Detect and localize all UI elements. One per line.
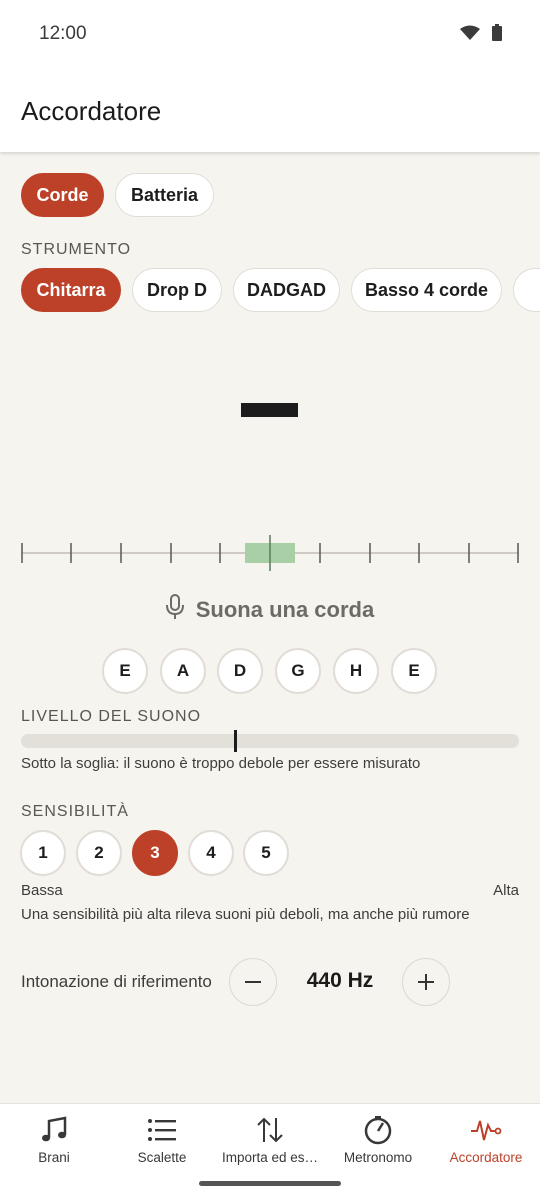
battery-icon: [492, 24, 502, 46]
app-bar: Accordatore: [0, 70, 540, 152]
nav-label-importa-esporta: Importa ed es…: [221, 1150, 319, 1165]
tuner-status-text: Suona una corda: [195, 596, 375, 622]
sensitivity-low-label: Bassa: [21, 882, 63, 899]
string-button-4[interactable]: G: [275, 648, 321, 694]
string-button-6[interactable]: E: [391, 648, 437, 694]
level-description: Sotto la soglia: il suono è troppo debol…: [21, 755, 421, 772]
level-section-label: LIVELLO DEL SUONO: [21, 708, 202, 725]
string-button-5[interactable]: H: [333, 648, 379, 694]
nav-item-brani[interactable]: Brani: [0, 1104, 108, 1200]
sensitivity-high-label: Alta: [493, 882, 519, 899]
decrease-pitch-button[interactable]: [229, 958, 277, 1006]
instrument-chip-more[interactable]: [513, 268, 540, 312]
string-button-3[interactable]: D: [217, 648, 263, 694]
metronome-icon: [358, 1114, 398, 1146]
page-title: Accordatore: [21, 96, 162, 126]
nav-item-accordatore[interactable]: Accordatore: [432, 1104, 540, 1200]
sensitivity-section-label: SENSIBILITÀ: [21, 803, 129, 820]
tuning-scale: [21, 535, 519, 571]
nav-item-metronomo[interactable]: Metronomo: [324, 1104, 432, 1200]
tuner-pulse-icon: [466, 1114, 506, 1146]
instrument-chip-drop-d[interactable]: Drop D: [132, 268, 222, 312]
instrument-section-label: STRUMENTO: [21, 241, 132, 258]
sensitivity-description: Una sensibilità più alta rileva suoni pi…: [21, 906, 470, 923]
microphone-icon: [165, 594, 184, 625]
plus-icon: [418, 974, 434, 990]
sensitivity-option-5[interactable]: 5: [243, 830, 289, 876]
level-threshold-marker: [233, 730, 237, 752]
sensitivity-option-4[interactable]: 4: [188, 830, 234, 876]
instrument-chip-basso-4-corde[interactable]: Basso 4 corde: [351, 268, 502, 312]
string-button-2[interactable]: A: [160, 648, 206, 694]
reference-pitch-label: Intonazione di riferimento: [21, 972, 212, 991]
nav-label-metronomo: Metronomo: [343, 1150, 413, 1165]
sensitivity-option-2[interactable]: 2: [76, 830, 122, 876]
sensitivity-option-1[interactable]: 1: [20, 830, 66, 876]
status-bar: 12:00: [0, 0, 540, 70]
nav-label-brani: Brani: [38, 1150, 70, 1165]
wifi-icon: [460, 25, 480, 46]
music-note-icon: [34, 1114, 74, 1146]
nav-label-accordatore: Accordatore: [449, 1150, 523, 1165]
sensitivity-option-3[interactable]: 3: [132, 830, 178, 876]
import-export-icon: [250, 1114, 290, 1146]
list-icon: [142, 1114, 182, 1146]
nav-label-scalette: Scalette: [137, 1150, 187, 1165]
tuner-status: Suona una corda: [0, 594, 540, 625]
minus-icon: [245, 981, 261, 983]
status-time: 12:00: [39, 23, 87, 44]
home-indicator[interactable]: [199, 1181, 341, 1186]
note-display-placeholder: [241, 403, 298, 417]
tab-corde[interactable]: Corde: [21, 173, 104, 217]
tab-batteria[interactable]: Batteria: [115, 173, 214, 217]
level-meter: [21, 730, 519, 752]
string-button-1[interactable]: E: [102, 648, 148, 694]
instrument-chip-chitarra[interactable]: Chitarra: [21, 268, 121, 312]
increase-pitch-button[interactable]: [402, 958, 450, 1006]
reference-pitch-value: 440 Hz: [306, 969, 374, 992]
instrument-chip-dadgad[interactable]: DADGAD: [233, 268, 340, 312]
